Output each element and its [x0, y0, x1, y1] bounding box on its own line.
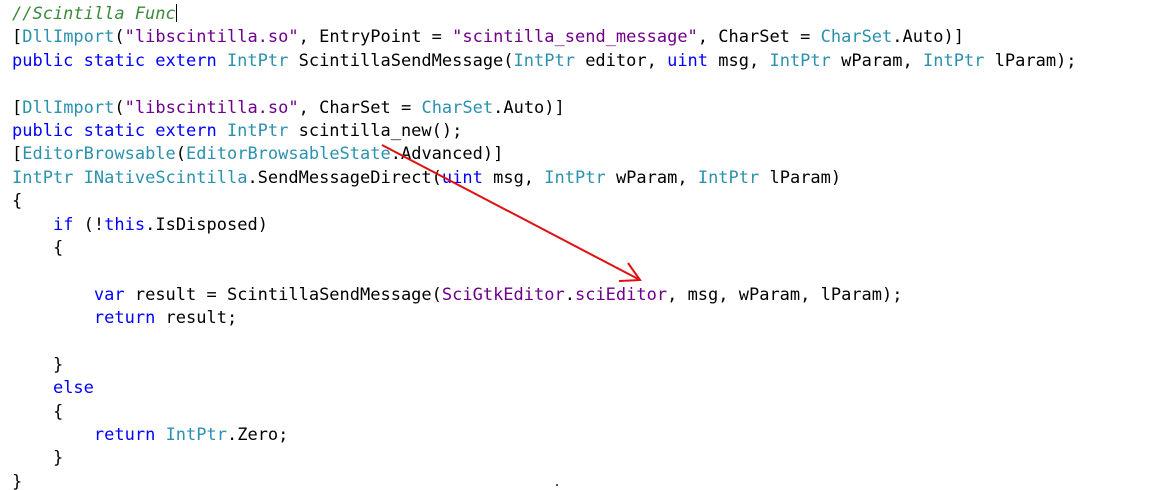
code-token: (	[114, 97, 125, 118]
code-token: "libscintilla.so"	[124, 97, 299, 118]
code-token: uint	[667, 50, 709, 71]
code-line[interactable]: public static extern IntPtr ScintillaSen…	[12, 50, 1077, 73]
code-token: IntPtr	[12, 167, 74, 188]
code-token: DllImport	[22, 97, 115, 118]
code-line[interactable]: if (!this.IsDisposed)	[12, 214, 1077, 237]
code-token: .Advanced)]	[390, 144, 504, 165]
code-token: CharSet	[820, 27, 893, 48]
code-token: IntPtr	[513, 50, 575, 71]
code-line[interactable]: }	[12, 447, 1077, 470]
code-token: {	[12, 401, 64, 422]
code-token: scintilla_new();	[288, 120, 463, 141]
code-token: [	[12, 144, 23, 165]
code-token: this	[104, 214, 146, 235]
code-token: msg,	[708, 50, 770, 71]
code-token: (!	[73, 214, 105, 235]
code-line[interactable]: {	[12, 190, 1077, 213]
code-token: .Auto)]	[493, 97, 565, 118]
code-token: IntPtr	[923, 50, 985, 71]
code-token: result = ScintillaSendMessage(	[124, 284, 442, 305]
code-token: var	[93, 284, 125, 305]
code-token: uint	[441, 167, 483, 188]
code-line[interactable]: {	[12, 237, 1077, 260]
code-token: IntPtr	[226, 120, 289, 141]
code-token: EditorBrowsableState	[186, 144, 391, 165]
code-line[interactable]: return result;	[12, 307, 1077, 330]
stray-pixel-mark	[556, 484, 558, 486]
code-token: if	[52, 214, 74, 235]
code-token: lParam);	[984, 50, 1077, 71]
code-token: IntPtr	[769, 50, 831, 71]
code-line[interactable]: return IntPtr.Zero;	[12, 424, 1077, 447]
code-token: IntPtr	[697, 167, 760, 188]
code-token: .Auto)]	[892, 27, 964, 48]
code-token: {	[12, 237, 64, 258]
code-token: CharSet	[421, 97, 494, 118]
code-token: , CharSet =	[298, 97, 422, 118]
code-token: wParam,	[830, 50, 923, 71]
code-token: //Scintilla Func	[12, 4, 176, 24]
code-line[interactable]	[12, 330, 1077, 353]
code-line[interactable]: else	[12, 377, 1077, 400]
code-token: , CharSet =	[697, 27, 821, 48]
code-token: .SendMessageDirect(	[247, 167, 442, 188]
code-token: .IsDisposed)	[145, 214, 268, 235]
code-token: public static extern	[12, 120, 227, 141]
code-token: }	[12, 471, 23, 490]
code-token: IntPtr	[165, 425, 227, 446]
code-token: }	[12, 448, 64, 469]
code-token: {	[12, 191, 23, 212]
code-line[interactable]: var result = ScintillaSendMessage(SciGtk…	[12, 284, 1077, 307]
code-line[interactable]: IntPtr INativeScintilla.SendMessageDirec…	[12, 167, 1077, 190]
code-token: , msg, wParam, lParam);	[667, 284, 903, 305]
code-line[interactable]: }	[12, 471, 1077, 490]
code-token: SciGtkEditor	[441, 284, 565, 305]
code-token: public static extern	[12, 50, 227, 71]
code-token: DllImport	[22, 27, 115, 48]
code-token: .	[564, 284, 575, 305]
code-editor[interactable]: //Scintilla Func [DllImport("libscintilla…	[0, 0, 1157, 490]
code-token: editor,	[574, 50, 668, 71]
code-token: IntPtr	[544, 167, 606, 188]
text-caret	[175, 4, 177, 22]
code-token: IntPtr	[226, 50, 289, 71]
code-line[interactable]: [EditorBrowsable(EditorBrowsableState.Ad…	[12, 143, 1077, 166]
code-token: (	[175, 144, 187, 165]
code-token: INativeScintilla	[83, 167, 248, 188]
code-token: [	[12, 27, 23, 48]
code-token: lParam)	[759, 167, 842, 188]
code-token: result;	[155, 308, 238, 329]
code-token: .Zero;	[226, 425, 289, 446]
code-token: [	[12, 97, 23, 118]
code-line[interactable]: }	[12, 354, 1077, 377]
code-token: "libscintilla.so"	[124, 27, 299, 48]
code-token: ScintillaSendMessage(	[288, 50, 514, 71]
code-line[interactable]: //Scintilla Func	[12, 3, 1077, 26]
code-line[interactable]: public static extern IntPtr scintilla_ne…	[12, 120, 1077, 143]
code-line[interactable]: [DllImport("libscintilla.so", EntryPoint…	[12, 26, 1077, 49]
code-token: return	[93, 425, 156, 446]
code-token: else	[52, 378, 94, 399]
code-line[interactable]	[12, 73, 1077, 96]
code-token: wParam,	[605, 167, 698, 188]
code-token: }	[12, 354, 64, 375]
code-line[interactable]: [DllImport("libscintilla.so", CharSet = …	[12, 97, 1077, 120]
code-token: msg,	[482, 167, 545, 188]
code-text-area[interactable]: //Scintilla Func [DllImport("libscintilla…	[12, 3, 1077, 490]
code-token: sciEditor	[574, 284, 668, 305]
code-token: EditorBrowsable	[22, 144, 176, 165]
code-token: return	[93, 308, 156, 329]
code-line[interactable]	[12, 260, 1077, 283]
code-token: , EntryPoint =	[298, 27, 453, 48]
code-token: "scintilla_send_message"	[452, 27, 698, 48]
code-token: (	[114, 27, 125, 48]
code-line[interactable]: {	[12, 401, 1077, 424]
